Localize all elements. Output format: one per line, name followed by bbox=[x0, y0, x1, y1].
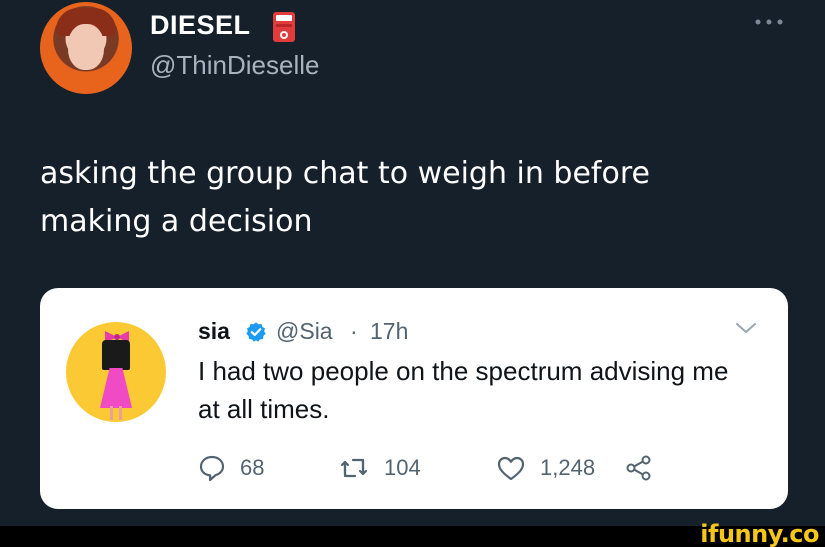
quoted-timestamp[interactable]: 17h bbox=[370, 318, 408, 345]
retweet-count: 104 bbox=[384, 455, 421, 480]
fuel-pump-icon bbox=[273, 12, 295, 42]
like-count: 1,248 bbox=[540, 455, 596, 480]
quoted-tweet-text: I had two people on the spectrum advisin… bbox=[198, 356, 729, 424]
author-avatar[interactable] bbox=[40, 2, 132, 94]
author-name[interactable]: DIESEL bbox=[150, 10, 251, 41]
quoted-author-handle[interactable]: @Sia bbox=[276, 318, 333, 345]
ifunny-watermark: ifunny.co bbox=[700, 520, 819, 547]
retweet-button[interactable]: 104 bbox=[338, 452, 421, 484]
avatar-wig bbox=[102, 340, 130, 370]
more-horizontal-icon[interactable] bbox=[752, 12, 786, 32]
quoted-author-avatar[interactable] bbox=[66, 322, 166, 422]
share-icon[interactable] bbox=[625, 454, 653, 482]
like-button[interactable]: 1,248 bbox=[496, 452, 595, 484]
heart-icon bbox=[497, 456, 525, 481]
quoted-tweet-card[interactable]: sia @Sia · 17h I had two people on the s… bbox=[40, 288, 788, 509]
verified-badge-icon bbox=[246, 322, 266, 342]
quoted-author-name[interactable]: sia bbox=[198, 318, 230, 345]
avatar-face bbox=[68, 24, 104, 70]
retweet-icon bbox=[340, 458, 368, 478]
separator-dot: · bbox=[350, 318, 358, 344]
reply-bubble-icon bbox=[199, 455, 225, 482]
reply-button[interactable]: 68 bbox=[198, 452, 264, 484]
avatar-dress bbox=[100, 368, 132, 408]
author-handle[interactable]: @ThinDieselle bbox=[150, 50, 319, 81]
chevron-down-icon[interactable] bbox=[734, 320, 758, 336]
reply-count: 68 bbox=[240, 455, 265, 480]
tweet-text: asking the group chat to weigh in before… bbox=[40, 156, 650, 239]
avatar-legs bbox=[110, 406, 122, 420]
